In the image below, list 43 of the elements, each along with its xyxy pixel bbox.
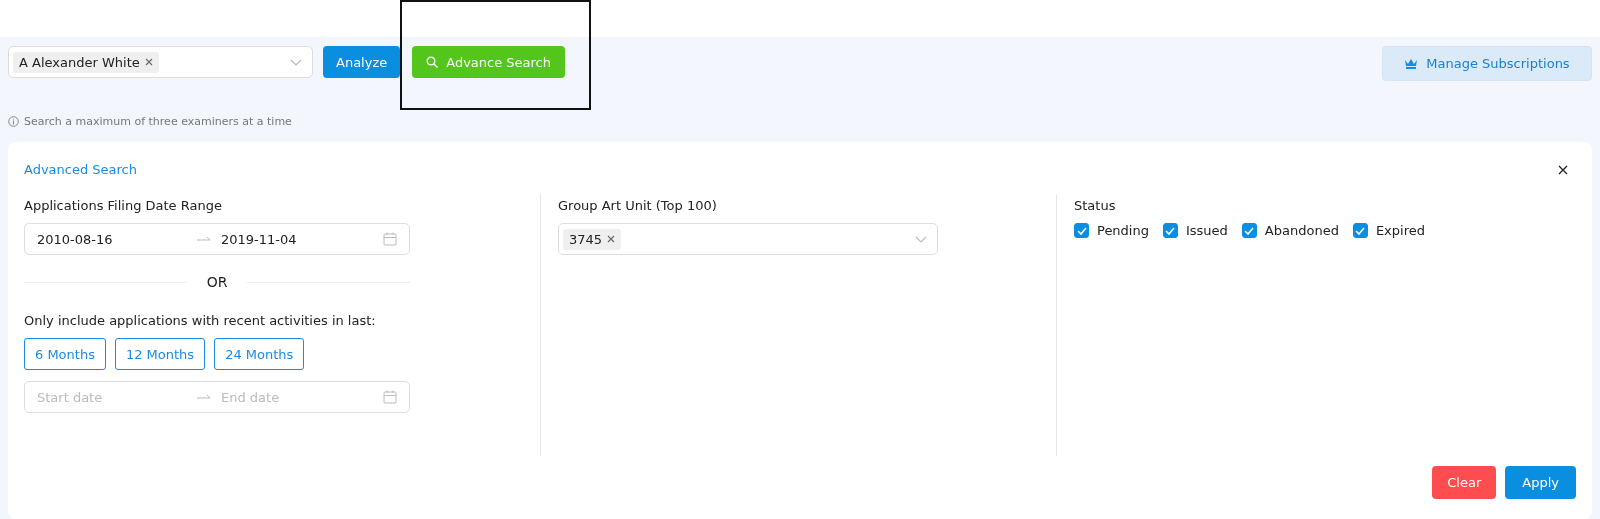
checkbox-label: Expired [1375,223,1425,238]
examiner-select[interactable]: A Alexander White [8,46,313,78]
remove-icon [607,235,616,243]
period-button[interactable]: 6 Months [24,338,106,370]
apply-button[interactable]: Apply [1505,466,1576,499]
date-value: 2010-08-16 [37,231,114,247]
info-icon [8,116,19,127]
checkbox[interactable] [1162,223,1178,238]
hint-text: Search a maximum of three examiners at a time [24,115,292,128]
checkbox[interactable] [1074,223,1089,238]
calendar-icon [383,232,397,246]
search-icon [426,56,439,68]
checkbox-label: Abandoned [1264,223,1339,238]
checkbox-label: Pending [1097,223,1149,238]
field-label: Applications Filing Date Range [24,198,223,213]
remove-icon [144,58,153,66]
close-icon [1558,164,1568,175]
advance-search-button[interactable]: Advance Search [412,46,565,78]
tag-label: 3745 [569,231,603,247]
analyze-button[interactable]: Analyze [323,46,401,78]
calendar-icon [383,390,397,404]
period-button[interactable]: 24 Months [214,338,305,370]
placeholder-text: Start date [37,389,104,405]
panel-title: Advanced Search [24,162,137,177]
period-button[interactable]: 12 Months [114,338,206,370]
caret-icon [915,235,927,243]
tag-label: A Alexander White [19,54,140,70]
date-range-field[interactable]: Start date End date [24,381,410,413]
clear-button[interactable]: Clear [1432,466,1497,499]
field-label: Only include applications with recent activities in last: [24,313,377,328]
checkbox-label: Issued [1185,223,1228,238]
date-range-field[interactable]: 2010-08-16 2019-11-04 [24,223,410,255]
placeholder-text: End date [221,389,281,405]
checkbox[interactable] [1352,223,1368,238]
checkbox[interactable] [1241,223,1257,238]
field-label: Group Art Unit (Top 100) [558,198,718,213]
group-art-unit-select[interactable]: 3745 [558,223,938,255]
crown-icon [1404,58,1419,69]
manage-subscriptions-button[interactable]: Manage Subscriptions [1382,46,1592,81]
or-text: OR [206,274,228,290]
caret-icon [290,58,302,66]
field-label: Status [1074,198,1117,213]
date-value: 2019-11-04 [221,231,298,247]
